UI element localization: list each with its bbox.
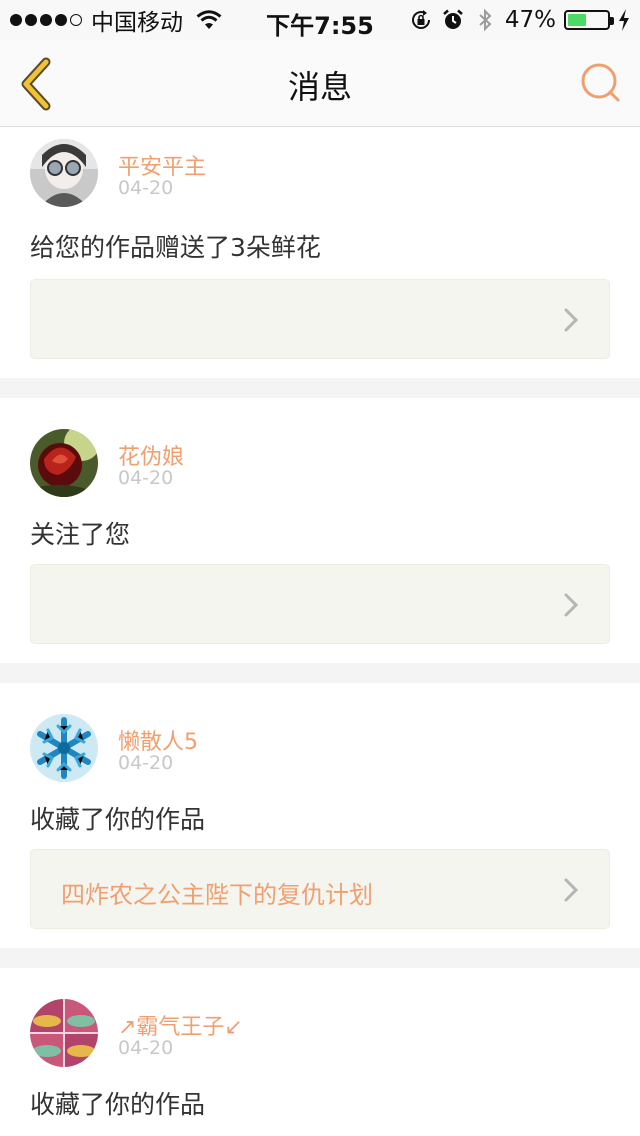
- avatar[interactable]: [30, 139, 98, 207]
- work-link-box[interactable]: 四炸农之公主陛下的复仇计划: [30, 849, 610, 929]
- work-link-box[interactable]: [30, 279, 610, 359]
- chevron-right-icon: [564, 308, 579, 332]
- rotation-lock-icon: [411, 10, 430, 29]
- search-button[interactable]: [576, 58, 626, 108]
- battery-icon: [564, 10, 614, 30]
- page-title: 消息: [287, 68, 352, 106]
- message-date: 04-20: [118, 177, 174, 199]
- avatar[interactable]: [30, 714, 98, 782]
- message-card: 懒散人5 04-20 收藏了你的作品 四炸农之公主陛下的复仇计划: [0, 683, 640, 948]
- message-date: 04-20: [118, 467, 174, 489]
- alarm-icon: [443, 9, 463, 29]
- avatar[interactable]: [30, 999, 98, 1067]
- bluetooth-icon: [479, 8, 492, 32]
- chevron-right-icon: [564, 878, 579, 902]
- section-divider: [0, 948, 640, 968]
- message-list: 平安平主 04-20 给您的作品赠送了3朵鲜花 花伪娘 04-20 关注了您 懒…: [0, 128, 640, 1136]
- status-right: 47%: [409, 6, 630, 34]
- message-date: 04-20: [118, 752, 174, 774]
- search-icon: [581, 63, 620, 102]
- message-text: 关注了您: [30, 520, 131, 549]
- charging-bolt-icon: [619, 9, 629, 31]
- message-card: ↗霸气王子↙ 04-20 收藏了你的作品: [0, 968, 640, 1136]
- message-card: 花伪娘 04-20 关注了您: [0, 398, 640, 663]
- section-divider: [0, 663, 640, 683]
- message-text: 给您的作品赠送了3朵鲜花: [30, 233, 321, 262]
- battery-percent: 47%: [504, 7, 556, 33]
- screen: 中国移动 下午7:55 47% 消息 平安平主 04-20 给您的作品赠送了3朵…: [0, 0, 640, 1136]
- status-bar: 中国移动 下午7:55 47%: [0, 0, 640, 40]
- nav-bar: 消息: [0, 40, 640, 127]
- battery-level: [568, 14, 586, 26]
- work-title: 四炸农之公主陛下的复仇计划: [61, 881, 373, 909]
- message-text: 收藏了你的作品: [30, 805, 206, 834]
- battery-cap: [610, 17, 614, 25]
- message-date: 04-20: [118, 1037, 174, 1059]
- work-link-box[interactable]: [30, 564, 610, 644]
- avatar[interactable]: [30, 429, 98, 497]
- message-card: 平安平主 04-20 给您的作品赠送了3朵鲜花: [0, 128, 640, 378]
- section-divider: [0, 378, 640, 398]
- message-text: 收藏了你的作品: [30, 1090, 206, 1119]
- chevron-right-icon: [564, 593, 579, 617]
